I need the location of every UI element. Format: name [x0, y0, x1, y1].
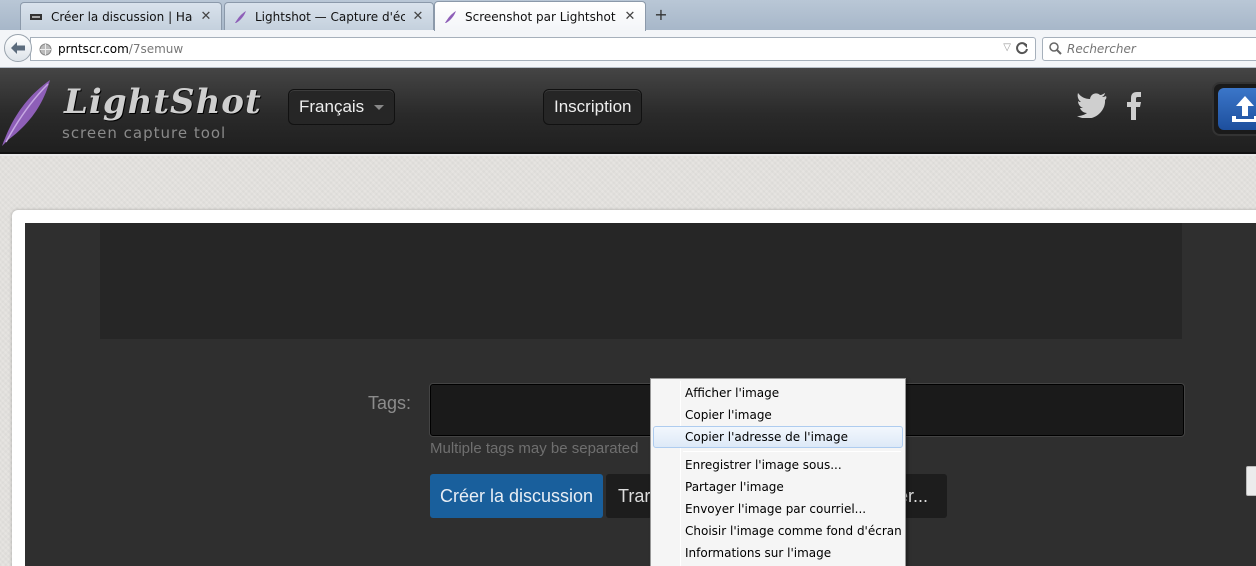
facebook-icon[interactable]	[1126, 92, 1142, 123]
back-button[interactable]	[4, 34, 32, 62]
menu-item-image-info[interactable]: Informations sur l'image	[653, 542, 903, 564]
site-header: LightShot screen capture tool Français I…	[0, 68, 1256, 154]
globe-icon	[39, 43, 52, 59]
feather-icon	[443, 10, 457, 24]
upload-button[interactable]	[1212, 82, 1256, 136]
menu-item-set-as-background[interactable]: Choisir l'image comme fond d'écran	[653, 520, 903, 542]
tab-label: Créer la discussion | Hack ...	[51, 9, 193, 24]
tab-close-icon[interactable]: ✕	[199, 9, 213, 24]
navigation-bar: prntscr.com/7semuw ▽	[0, 30, 1256, 68]
hackforums-favicon-icon	[29, 10, 43, 24]
language-dropdown[interactable]: Français	[288, 89, 396, 125]
twitter-icon[interactable]	[1076, 92, 1108, 121]
new-tab-button[interactable]: +	[652, 6, 670, 24]
url-text: prntscr.com/7semuw	[58, 42, 184, 56]
menu-item-share-image[interactable]: Partager l'image	[653, 476, 903, 498]
tags-hint: Multiple tags may be separated	[430, 440, 639, 457]
tags-label: Tags:	[368, 393, 412, 413]
tab-close-icon[interactable]: ✕	[411, 9, 425, 24]
tab-screenshot-lightshot[interactable]: Screenshot par Lightshot ✕	[434, 1, 646, 31]
message-editor-area[interactable]	[100, 223, 1182, 339]
menu-item-view-image[interactable]: Afficher l'image	[653, 382, 903, 404]
back-arrow-icon	[11, 42, 25, 54]
signup-label: Inscription	[554, 97, 632, 116]
reload-icon[interactable]	[1015, 41, 1029, 58]
second-form-button[interactable]: Trar	[606, 474, 652, 518]
tab-bar: Créer la discussion | Hack ... ✕ Lightsh…	[0, 0, 1256, 31]
url-history-dropdown-icon[interactable]: ▽	[1003, 42, 1011, 53]
context-menu: Afficher l'image Copier l'image Copier l…	[650, 378, 906, 566]
signup-button[interactable]: Inscription	[543, 89, 643, 125]
search-icon	[1049, 42, 1062, 58]
menu-item-copy-image-address[interactable]: Copier l'adresse de l'image	[653, 426, 903, 448]
logo-title: LightShot	[64, 82, 262, 122]
feather-logo-icon	[0, 78, 52, 151]
menu-item-copy-image[interactable]: Copier l'image	[653, 404, 903, 426]
feather-icon	[233, 10, 247, 24]
logo-subtitle: screen capture tool	[62, 124, 227, 142]
tab-label: Lightshot — Capture d'écr...	[255, 9, 405, 24]
tab-hackforums[interactable]: Créer la discussion | Hack ... ✕	[20, 2, 222, 30]
tab-label: Screenshot par Lightshot	[465, 9, 616, 24]
search-box[interactable]	[1042, 37, 1256, 61]
url-bar[interactable]: prntscr.com/7semuw ▽	[30, 37, 1036, 61]
language-label: Français	[299, 97, 365, 116]
side-scroll-tab[interactable]	[1246, 466, 1256, 496]
tab-close-icon[interactable]: ✕	[623, 9, 637, 24]
chevron-down-icon	[374, 104, 385, 110]
upload-icon	[1218, 88, 1256, 130]
menu-item-save-image-as[interactable]: Enregistrer l'image sous...	[653, 454, 903, 476]
create-discussion-button[interactable]: Créer la discussion	[430, 474, 603, 518]
menu-item-email-image[interactable]: Envoyer l'image par courriel...	[653, 498, 903, 520]
menu-separator	[683, 451, 901, 452]
tab-lightshot-capture[interactable]: Lightshot — Capture d'écr... ✕	[224, 2, 434, 30]
search-input[interactable]	[1067, 41, 1247, 57]
